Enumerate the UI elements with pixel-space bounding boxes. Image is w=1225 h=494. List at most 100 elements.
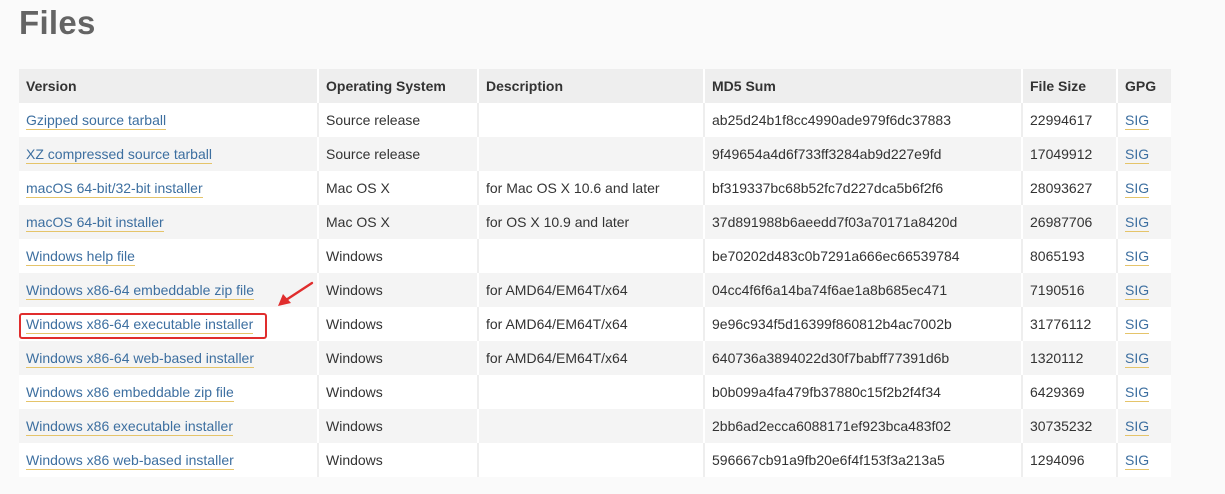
table-row: Windows x86-64 embeddable zip file Window… bbox=[19, 273, 1171, 307]
sig-link[interactable]: SIG bbox=[1125, 180, 1150, 198]
gpg-cell: SIG bbox=[1117, 375, 1171, 409]
version-link[interactable]: Windows x86-64 web-based installer bbox=[26, 350, 254, 368]
table-row: Windows x86-64 executable installer Windo… bbox=[19, 307, 1171, 341]
gpg-cell: SIG bbox=[1117, 443, 1171, 477]
file-size-cell: 7190516 bbox=[1022, 273, 1118, 307]
description-cell bbox=[478, 103, 705, 137]
description-cell: for AMD64/EM64T/x64 bbox=[478, 273, 705, 307]
page-title: Files bbox=[19, 4, 96, 41]
md5-sum-cell: 640736a3894022d30f7babff77391d6b bbox=[704, 341, 1023, 375]
sig-link[interactable]: SIG bbox=[1125, 452, 1150, 470]
description-cell: for OS X 10.9 and later bbox=[478, 205, 705, 239]
operating-system-cell: Source release bbox=[318, 103, 479, 137]
gpg-cell: SIG bbox=[1117, 341, 1171, 375]
version-link[interactable]: Windows x86-64 executable installer bbox=[26, 316, 254, 334]
description-cell: for AMD64/EM64T/x64 bbox=[478, 341, 705, 375]
table-row: Windows help file Windows be70202d483c0b72… bbox=[19, 239, 1171, 273]
version-cell: Windows x86 executable installer bbox=[19, 409, 319, 443]
md5-sum-cell: ab25d24b1f8cc4990ade979f6dc37883 bbox=[704, 103, 1023, 137]
gpg-cell: SIG bbox=[1117, 273, 1171, 307]
version-link[interactable]: Gzipped source tarball bbox=[26, 112, 167, 130]
files-page: Files Version Operating System Descripti… bbox=[0, 0, 1225, 494]
description-cell: for AMD64/EM64T/x64 bbox=[478, 307, 705, 341]
table-header: Version Operating System Description MD5… bbox=[19, 69, 1171, 103]
file-size-cell: 6429369 bbox=[1022, 375, 1118, 409]
file-size-cell: 1294096 bbox=[1022, 443, 1118, 477]
description-cell bbox=[478, 443, 705, 477]
gpg-cell: SIG bbox=[1117, 171, 1171, 205]
md5-sum-cell: 2bb6ad2ecca6088171ef923bca483f02 bbox=[704, 409, 1023, 443]
table-row: XZ compressed source tarball Source relea… bbox=[19, 137, 1171, 171]
md5-sum-cell: 596667cb91a9fb20e6f4f153f3a213a5 bbox=[704, 443, 1023, 477]
md5-sum-cell: 9e96c934f5d16399f860812b4ac7002b bbox=[704, 307, 1023, 341]
md5-sum-cell: bf319337bc68b52fc7d227dca5b6f2f6 bbox=[704, 171, 1023, 205]
md5-sum-cell: 04cc4f6f6a14ba74f6ae1a8b685ec471 bbox=[704, 273, 1023, 307]
table-row: Windows x86-64 web-based installer Window… bbox=[19, 341, 1171, 375]
operating-system-cell: Source release bbox=[318, 137, 479, 171]
sig-link[interactable]: SIG bbox=[1125, 282, 1150, 300]
file-size-cell: 17049912 bbox=[1022, 137, 1118, 171]
table-body: Gzipped source tarball Source release ab25… bbox=[19, 103, 1171, 477]
operating-system-cell: Mac OS X bbox=[318, 205, 479, 239]
sig-link[interactable]: SIG bbox=[1125, 316, 1150, 334]
operating-system-cell: Windows bbox=[318, 409, 479, 443]
file-size-cell: 31776112 bbox=[1022, 307, 1118, 341]
column-header-description: Description bbox=[478, 69, 705, 103]
version-cell: macOS 64-bit/32-bit installer bbox=[19, 171, 319, 205]
column-header-file-size: File Size bbox=[1022, 69, 1118, 103]
version-link[interactable]: macOS 64-bit/32-bit installer bbox=[26, 180, 203, 198]
column-header-gpg: GPG bbox=[1117, 69, 1171, 103]
description-cell bbox=[478, 239, 705, 273]
version-cell: Windows x86-64 web-based installer bbox=[19, 341, 319, 375]
gpg-cell: SIG bbox=[1117, 409, 1171, 443]
md5-sum-cell: b0b099a4fa479fb37880c15f2b2f4f34 bbox=[704, 375, 1023, 409]
gpg-cell: SIG bbox=[1117, 239, 1171, 273]
sig-link[interactable]: SIG bbox=[1125, 146, 1150, 164]
sig-link[interactable]: SIG bbox=[1125, 214, 1150, 232]
sig-link[interactable]: SIG bbox=[1125, 248, 1150, 266]
table-row: Windows x86 executable installer Windows 2… bbox=[19, 409, 1171, 443]
version-link[interactable]: Windows x86 web-based installer bbox=[26, 452, 234, 470]
version-link[interactable]: Windows help file bbox=[26, 248, 135, 266]
version-cell: Windows help file bbox=[19, 239, 319, 273]
file-size-cell: 28093627 bbox=[1022, 171, 1118, 205]
description-cell bbox=[478, 409, 705, 443]
operating-system-cell: Windows bbox=[318, 341, 479, 375]
column-header-md5-sum: MD5 Sum bbox=[704, 69, 1023, 103]
gpg-cell: SIG bbox=[1117, 205, 1171, 239]
version-cell: Gzipped source tarball bbox=[19, 103, 319, 137]
file-size-cell: 22994617 bbox=[1022, 103, 1118, 137]
sig-link[interactable]: SIG bbox=[1125, 350, 1150, 368]
sig-link[interactable]: SIG bbox=[1125, 384, 1150, 402]
version-link[interactable]: Windows x86 embeddable zip file bbox=[26, 384, 234, 402]
version-link[interactable]: Windows x86 executable installer bbox=[26, 418, 233, 436]
operating-system-cell: Windows bbox=[318, 443, 479, 477]
operating-system-cell: Windows bbox=[318, 375, 479, 409]
version-link[interactable]: XZ compressed source tarball bbox=[26, 146, 212, 164]
operating-system-cell: Mac OS X bbox=[318, 171, 479, 205]
files-table: Version Operating System Description MD5… bbox=[19, 69, 1171, 477]
sig-link[interactable]: SIG bbox=[1125, 112, 1150, 130]
sig-link[interactable]: SIG bbox=[1125, 418, 1150, 436]
header-row: Version Operating System Description MD5… bbox=[19, 69, 1171, 103]
file-size-cell: 30735232 bbox=[1022, 409, 1118, 443]
gpg-cell: SIG bbox=[1117, 103, 1171, 137]
table-row: macOS 64-bit installer Mac OS Xfor OS X 1… bbox=[19, 205, 1171, 239]
file-size-cell: 1320112 bbox=[1022, 341, 1118, 375]
file-size-cell: 26987706 bbox=[1022, 205, 1118, 239]
md5-sum-cell: 37d891988b6aeedd7f03a70171a8420d bbox=[704, 205, 1023, 239]
version-link[interactable]: Windows x86-64 embeddable zip file bbox=[26, 282, 255, 300]
version-cell: Windows x86 embeddable zip file bbox=[19, 375, 319, 409]
version-cell: macOS 64-bit installer bbox=[19, 205, 319, 239]
table-row: Windows x86 embeddable zip file Windows b0… bbox=[19, 375, 1171, 409]
operating-system-cell: Windows bbox=[318, 307, 479, 341]
version-cell: XZ compressed source tarball bbox=[19, 137, 319, 171]
table-row: macOS 64-bit/32-bit installer Mac OS Xfor… bbox=[19, 171, 1171, 205]
md5-sum-cell: 9f49654a4d6f733ff3284ab9d227e9fd bbox=[704, 137, 1023, 171]
description-cell bbox=[478, 137, 705, 171]
description-cell bbox=[478, 375, 705, 409]
file-size-cell: 8065193 bbox=[1022, 239, 1118, 273]
version-link[interactable]: macOS 64-bit installer bbox=[26, 214, 164, 232]
version-cell: Windows x86-64 executable installer bbox=[19, 307, 319, 341]
table-row: Gzipped source tarball Source release ab25… bbox=[19, 103, 1171, 137]
